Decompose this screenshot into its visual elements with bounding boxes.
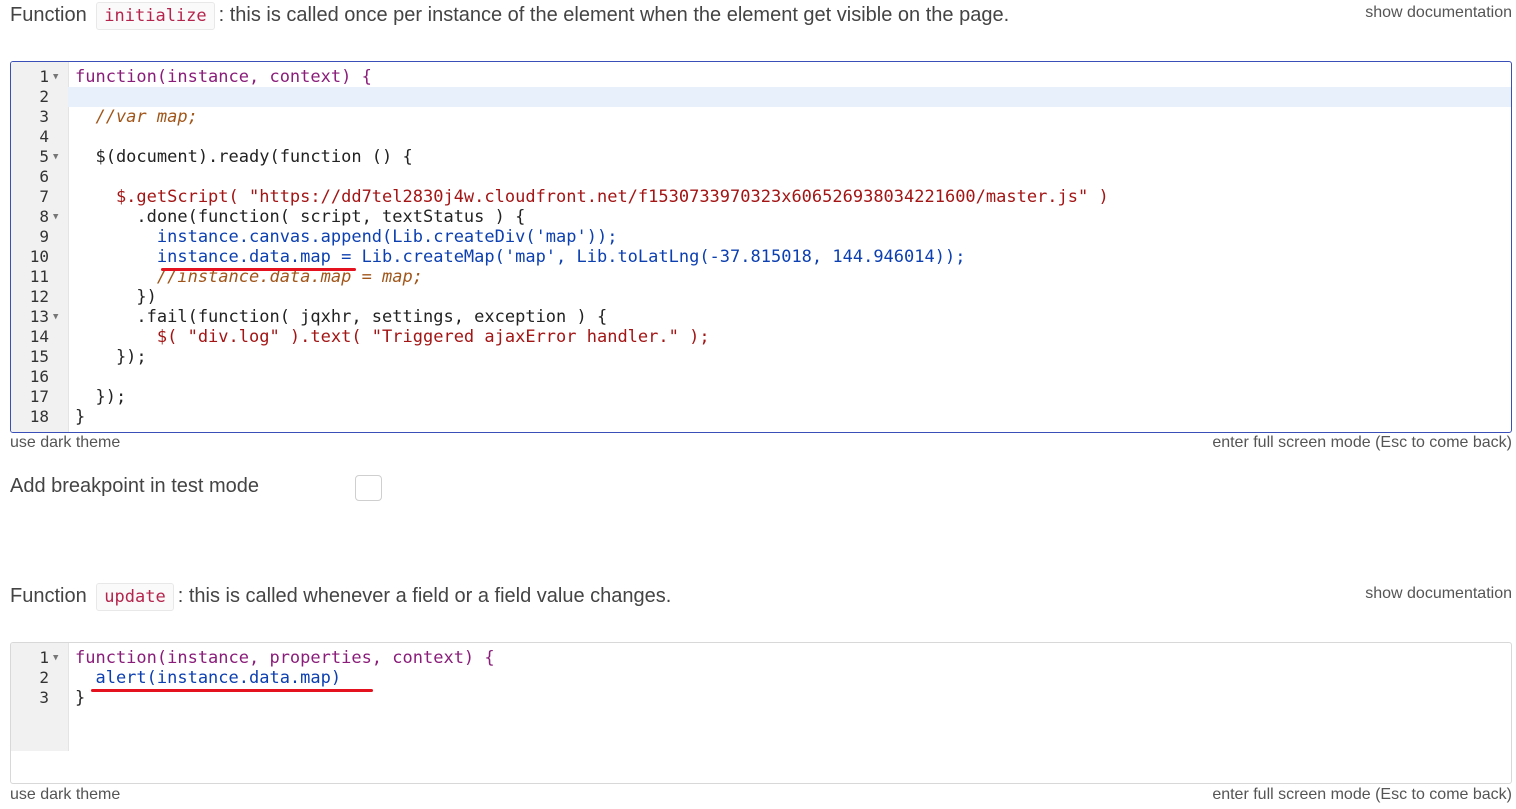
code-line[interactable]: 12 }) [11,287,1511,307]
code-line[interactable]: 7 $.getScript( "https://dd7tel2830j4w.cl… [11,187,1511,207]
fold-arrow-icon[interactable]: ▼ [53,147,58,167]
initialize-label-prefix: Function [10,4,87,26]
code-line-active[interactable]: 2 [11,87,1511,107]
code-line-text: $(document).ready(function () { [75,147,413,167]
update-show-documentation-link[interactable]: show documentation [1365,585,1512,603]
code-line-text: } [75,688,86,708]
code-line[interactable]: 13 ▼ .fail(function( jqxhr, settings, exc… [11,307,1511,327]
red-annotation-underline [91,689,373,692]
code-line-text: function(instance, properties, context) … [75,648,495,668]
update-header: Function update: this is called whenever… [10,581,1512,611]
code-line-text: $.getScript( "https://dd7tel2830j4w.clou… [75,187,1109,207]
code-line-text: alert(instance.data.map) [75,668,342,688]
code-line-text: .done(function( script, textStatus ) { [75,207,526,227]
fold-arrow-icon[interactable]: ▼ [53,67,58,87]
code-line[interactable]: 10 instance.data.map = Lib.createMap('ma… [11,247,1511,267]
code-line[interactable]: 1 ▼ function(instance, properties, context… [11,648,1511,668]
red-annotation-underline [161,268,356,271]
fold-arrow-icon[interactable]: ▼ [53,648,58,668]
update-fn-name: update [96,583,174,611]
code-line[interactable]: 15 }); [11,347,1511,367]
code-line[interactable]: 8 ▼ .done(function( script, textStatus ) … [11,207,1511,227]
code-line[interactable]: 4 [11,127,1511,147]
code-line[interactable]: 16 [11,367,1511,387]
code-line-text: }); [75,347,147,367]
code-line[interactable]: 2 alert(instance.data.map) [11,668,1511,688]
code-line[interactable]: 1 ▼ function(instance, context) { [11,67,1511,87]
initialize-title: Function initialize: this is called once… [10,0,1009,30]
initialize-fullscreen-link[interactable]: enter full screen mode (Esc to come back… [1212,434,1512,452]
initialize-fn-name: initialize [96,2,215,30]
initialize-show-documentation-link[interactable]: show documentation [1365,4,1512,22]
code-line[interactable]: 5 ▼ $(document).ready(function () { [11,147,1511,167]
update-use-dark-theme-link[interactable]: use dark theme [10,786,120,804]
update-label-prefix: Function [10,585,87,607]
initialize-use-dark-theme-link[interactable]: use dark theme [10,434,120,452]
code-line[interactable]: 6 [11,167,1511,187]
code-line[interactable]: 9 instance.canvas.append(Lib.createDiv('… [11,227,1511,247]
update-fullscreen-link[interactable]: enter full screen mode (Esc to come back… [1212,786,1512,804]
code-line[interactable]: 14 $( "div.log" ).text( "Triggered ajaxE… [11,327,1511,347]
code-line-text: } [75,407,86,427]
fold-arrow-icon[interactable]: ▼ [53,207,58,227]
code-line[interactable]: 3 //var map; [11,107,1511,127]
code-line-text: function(instance, context) { [75,67,372,87]
breakpoint-label: Add breakpoint in test mode [10,475,260,497]
code-line-text: $( "div.log" ).text( "Triggered ajaxErro… [75,327,710,347]
code-line-text: }) [75,287,157,307]
code-line[interactable]: 17 }); [11,387,1511,407]
initialize-description: : this is called once per instance of th… [218,4,1010,26]
code-line-text: instance.canvas.append(Lib.createDiv('ma… [75,227,618,247]
update-title: Function update: this is called whenever… [10,581,671,611]
breakpoint-checkbox[interactable] [355,475,382,501]
fold-arrow-icon[interactable]: ▼ [53,307,58,327]
code-line-text: }); [75,387,127,407]
code-line[interactable]: 18} [11,407,1511,427]
code-line-text: instance.data.map = Lib.createMap('map',… [75,247,966,267]
code-line-text: .fail(function( jqxhr, settings, excepti… [75,307,608,327]
initialize-code-editor[interactable]: 1 ▼ function(instance, context) { 2 3 //va… [10,61,1512,433]
update-description: : this is called whenever a field or a f… [177,585,672,607]
initialize-header: Function initialize: this is called once… [10,0,1512,30]
code-line-text: //var map; [75,107,198,127]
update-code-editor[interactable]: 1 ▼ function(instance, properties, context… [10,642,1512,784]
